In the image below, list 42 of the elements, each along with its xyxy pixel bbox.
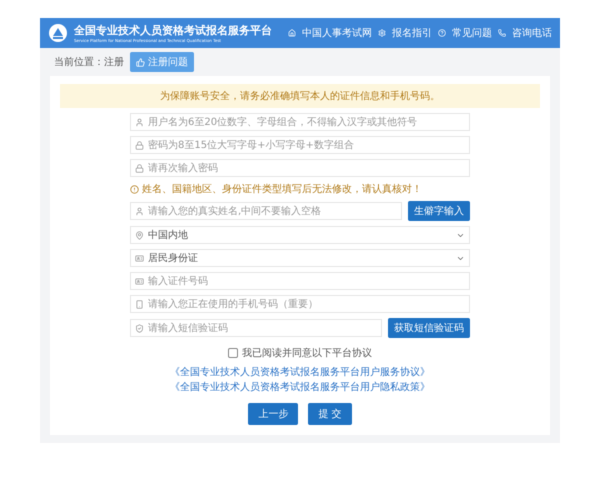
action-button[interactable]: 生僻字输入: [408, 201, 470, 221]
phone-icon: [498, 29, 506, 37]
nav-link[interactable]: 报名指引: [392, 26, 432, 40]
nav-link[interactable]: 咨询电话: [512, 26, 552, 40]
nav-link[interactable]: 常见问题: [452, 26, 492, 40]
back-button[interactable]: 上一步: [248, 403, 298, 425]
id-card-icon: [135, 276, 144, 286]
help-button[interactable]: 注册问题: [130, 52, 194, 72]
input-field[interactable]: 请输入短信验证码: [130, 319, 382, 337]
input-field[interactable]: 请再次输入密码: [130, 159, 470, 177]
checkbox-label: 我已阅读并同意以下平台协议: [242, 346, 372, 360]
breadcrumb: 当前位置：注册: [54, 56, 124, 69]
input-field[interactable]: 请输入您的真实姓名,中间不要输入空格: [130, 202, 402, 220]
map-pin-icon: [135, 230, 144, 240]
phone-icon: [135, 300, 144, 308]
input-field[interactable]: 请输入您正在使用的手机号码（重要）: [130, 295, 470, 313]
id-card-icon: [135, 254, 144, 262]
thumbs-up-icon: [136, 58, 145, 66]
input-field[interactable]: 密码为8至15位大写字母+小写字母+数字组合: [130, 136, 470, 154]
agreement-link[interactable]: 《全国专业技术人员资格考试报名服务平台用户隐私政策》: [170, 380, 430, 394]
action-button[interactable]: 获取短信验证码: [388, 318, 470, 338]
user-icon: [135, 118, 144, 126]
shield-icon: [135, 324, 144, 332]
nav-link[interactable]: 中国人事考试网: [302, 26, 372, 40]
select-field[interactable]: 居民身份证: [130, 249, 470, 267]
user-icon: [135, 206, 144, 216]
checkbox[interactable]: [228, 348, 238, 358]
emblem-icon: [48, 23, 68, 43]
lock-icon: [135, 140, 144, 150]
select-field[interactable]: 中国内地: [130, 226, 470, 244]
gear-icon: [378, 29, 386, 37]
agreement-link[interactable]: 《全国专业技术人员资格考试报名服务平台用户服务协议》: [170, 365, 430, 379]
help-icon: [438, 29, 446, 37]
notice-banner: 为保障账号安全，请务必准确填写本人的证件信息和手机号码。: [60, 84, 540, 108]
home-icon: [288, 29, 296, 37]
site-title: 全国专业技术人员资格考试报名服务平台: [74, 23, 273, 38]
submit-button[interactable]: 提 交: [308, 403, 352, 425]
input-field[interactable]: 用户名为6至20位数字、字母组合，不得输入汉字或其他符号: [130, 113, 470, 131]
warning-icon: [130, 184, 139, 194]
input-field[interactable]: 输入证件号码: [130, 272, 470, 290]
lock-icon: [135, 164, 144, 172]
warning-text: 姓名、国籍地区、身份证件类型填写后无法修改，请认真核对！: [142, 182, 422, 196]
